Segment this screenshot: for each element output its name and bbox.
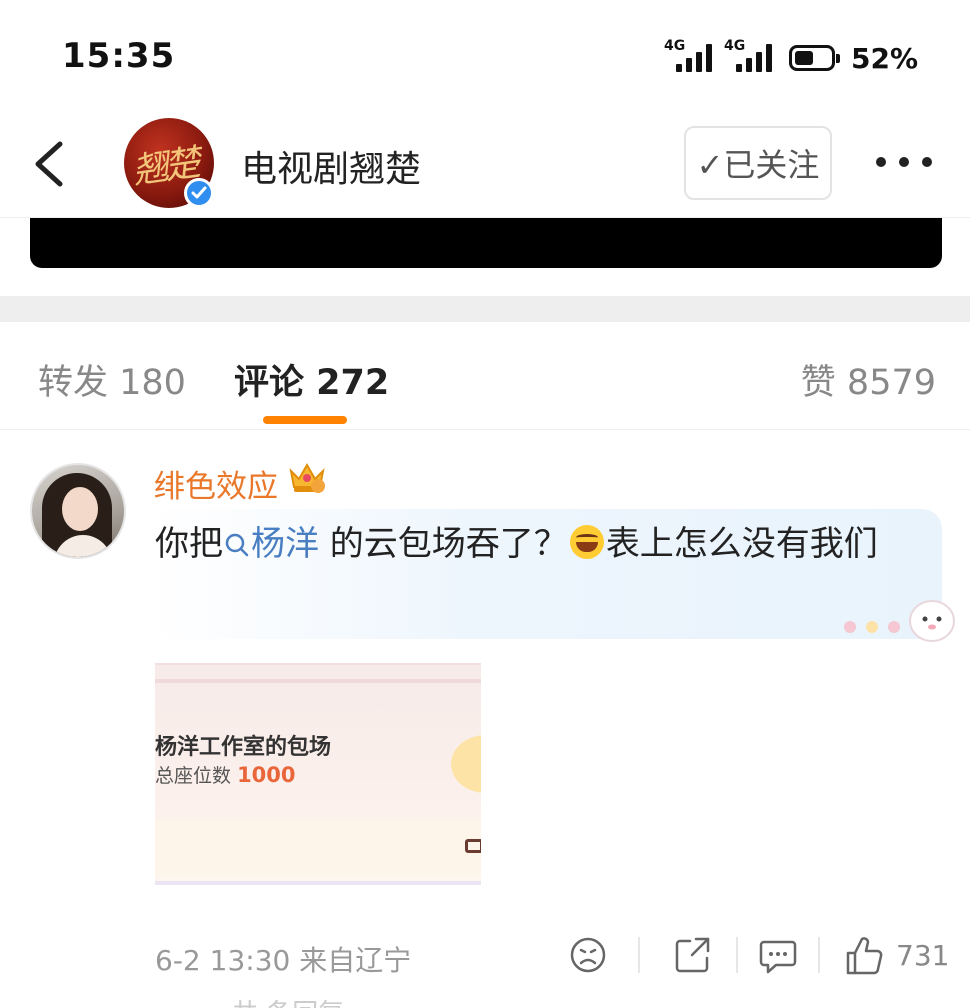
comment-image[interactable]: 杨洋工作室的包场 总座位数 1000	[155, 663, 481, 885]
battery-icon	[789, 45, 840, 71]
battery-percent: 52%	[851, 42, 919, 75]
commenter-username[interactable]: 绯色效应	[154, 461, 278, 506]
laugh-emoji-icon	[569, 525, 604, 559]
image-title: 杨洋工作室的包场	[155, 735, 332, 760]
chevron-left-icon	[35, 141, 63, 187]
signal-icon-2: 4G	[724, 38, 774, 74]
seat-count: 1000	[237, 763, 296, 787]
media-bar	[30, 218, 942, 268]
bubble-decoration-icon	[844, 600, 955, 642]
image-seat-info: 总座位数 1000	[155, 761, 296, 788]
reply-preview[interactable]: 共 条回复	[232, 993, 344, 1008]
signal-icon: 4G	[664, 38, 714, 74]
more-dots-icon[interactable]	[876, 152, 932, 172]
comment-location: 来自辽宁	[299, 944, 412, 977]
back-button[interactable]	[30, 136, 74, 192]
comment-item: 绯色效应 你把 杨洋 的云包场吞了？ 表上怎么没有我们 杨洋工作室的包场 总座位数 …	[0, 431, 970, 1008]
verified-badge-icon	[184, 178, 214, 208]
crown-badge-icon	[289, 462, 325, 493]
commenter-avatar[interactable]	[30, 463, 126, 559]
seat-icon	[465, 839, 481, 853]
comment-text-part: 的云包场吞了？	[319, 524, 568, 564]
topic-link[interactable]: 杨洋	[223, 524, 319, 564]
account-name[interactable]: 电视剧翘楚	[241, 140, 421, 192]
comment-time: 6-2 13:30	[155, 944, 291, 977]
comment-text-part: 表上怎么没有我们	[605, 524, 878, 564]
comment-meta: 6-2 13:30 来自辽宁	[155, 939, 411, 979]
comment-icon[interactable]	[758, 933, 798, 977]
comment-text-part: 你把	[155, 524, 223, 564]
tab-comment[interactable]: 评论 272	[234, 354, 389, 405]
search-icon	[225, 533, 249, 557]
section-divider	[0, 296, 970, 322]
share-icon[interactable]	[672, 933, 712, 977]
topic-label: 杨洋	[251, 524, 319, 564]
seat-label: 总座位数	[155, 765, 232, 787]
active-tab-indicator	[263, 416, 347, 424]
status-bar: 15:35 4G 4G 52%	[0, 0, 970, 110]
tab-repost[interactable]: 转发 180	[38, 354, 186, 405]
post-tabs: 转发 180 评论 272 赞 8579	[0, 322, 970, 430]
comment-text: 你把 杨洋 的云包场吞了？ 表上怎么没有我们	[155, 517, 915, 571]
like-count: 731	[896, 939, 950, 972]
status-time: 15:35	[62, 36, 176, 76]
post-header: 翘楚 电视剧翘楚 ✓已关注	[0, 110, 970, 218]
follow-button[interactable]: ✓已关注	[684, 126, 832, 200]
tab-like[interactable]: 赞 8579	[801, 354, 936, 405]
dislike-face-icon[interactable]	[568, 933, 608, 977]
thumbs-up-icon[interactable]	[844, 933, 884, 977]
